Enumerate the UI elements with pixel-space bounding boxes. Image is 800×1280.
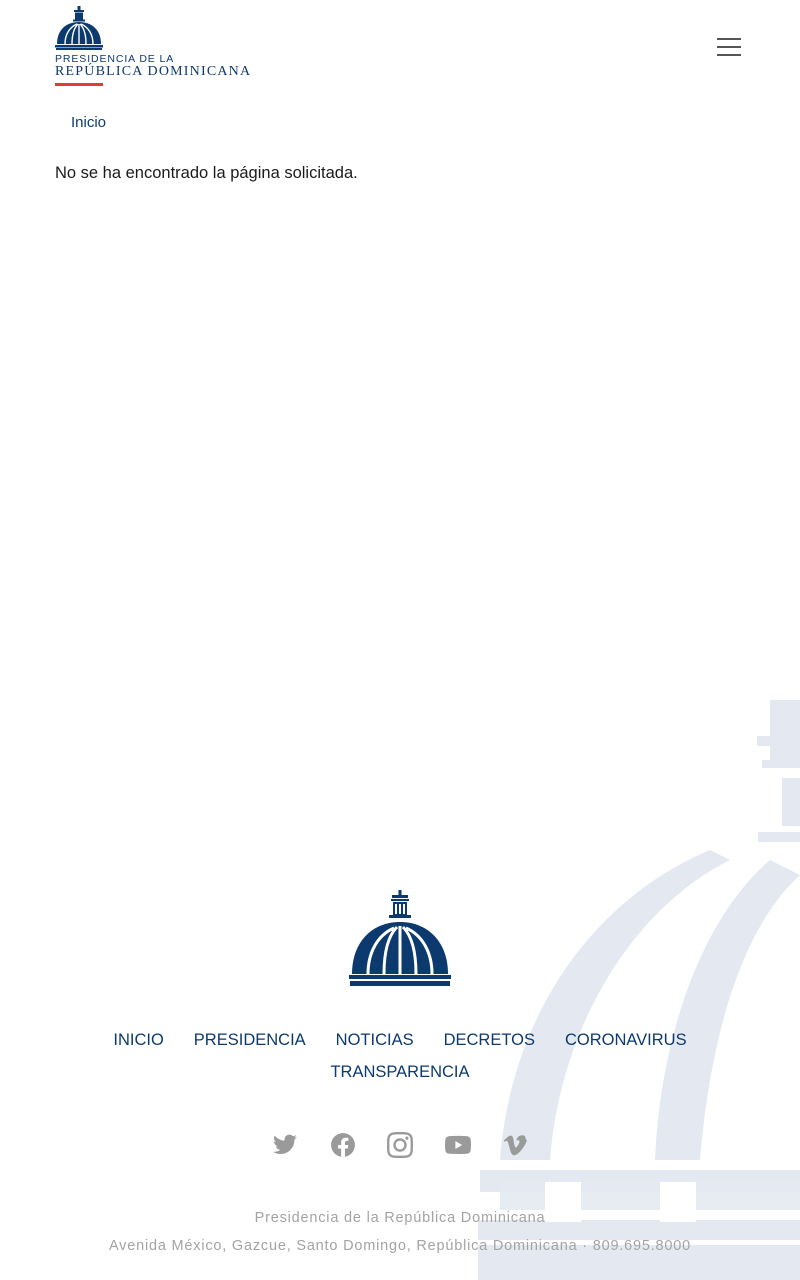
footer-nav: INICIO PRESIDENCIA NOTICIAS DECRETOS COR…: [0, 1028, 800, 1092]
vimeo-icon[interactable]: [498, 1128, 532, 1162]
footer-nav-transparencia[interactable]: TRANSPARENCIA: [330, 1060, 469, 1092]
footer-address: Avenida México, Gazcue, Santo Domingo, R…: [108, 1238, 692, 1254]
footer-nav-coronavirus[interactable]: CORONAVIRUS: [565, 1028, 687, 1060]
site-logo[interactable]: PRESIDENCIA DE LA REPÚBLICA DOMINICANA: [55, 6, 260, 88]
breadcrumb-home-link[interactable]: Inicio: [71, 114, 106, 131]
social-links: [268, 1128, 532, 1162]
instagram-icon[interactable]: [383, 1128, 417, 1162]
footer-nav-noticias[interactable]: NOTICIAS: [336, 1028, 414, 1060]
footer-nav-inicio[interactable]: INICIO: [113, 1028, 163, 1060]
capitol-dome-icon: [55, 6, 103, 50]
logo-text-line2: REPÚBLICA DOMINICANA: [55, 64, 252, 79]
not-found-message: No se ha encontrado la página solicitada…: [55, 164, 358, 182]
hamburger-menu-icon[interactable]: [712, 33, 746, 61]
footer-nav-decretos[interactable]: DECRETOS: [444, 1028, 535, 1060]
footer-nav-presidencia[interactable]: PRESIDENCIA: [194, 1028, 306, 1060]
footer-org-name: Presidencia de la República Dominicana: [254, 1210, 546, 1226]
footer-info: Presidencia de la República Dominicana A…: [0, 1208, 800, 1264]
facebook-icon[interactable]: [326, 1128, 360, 1162]
twitter-icon[interactable]: [268, 1128, 302, 1162]
capitol-dome-icon: [349, 890, 451, 986]
logo-accent-bar: [55, 83, 103, 86]
youtube-icon[interactable]: [441, 1128, 475, 1162]
watermark-dome-icon: [478, 700, 800, 1280]
site-header: PRESIDENCIA DE LA REPÚBLICA DOMINICANA: [0, 0, 800, 100]
